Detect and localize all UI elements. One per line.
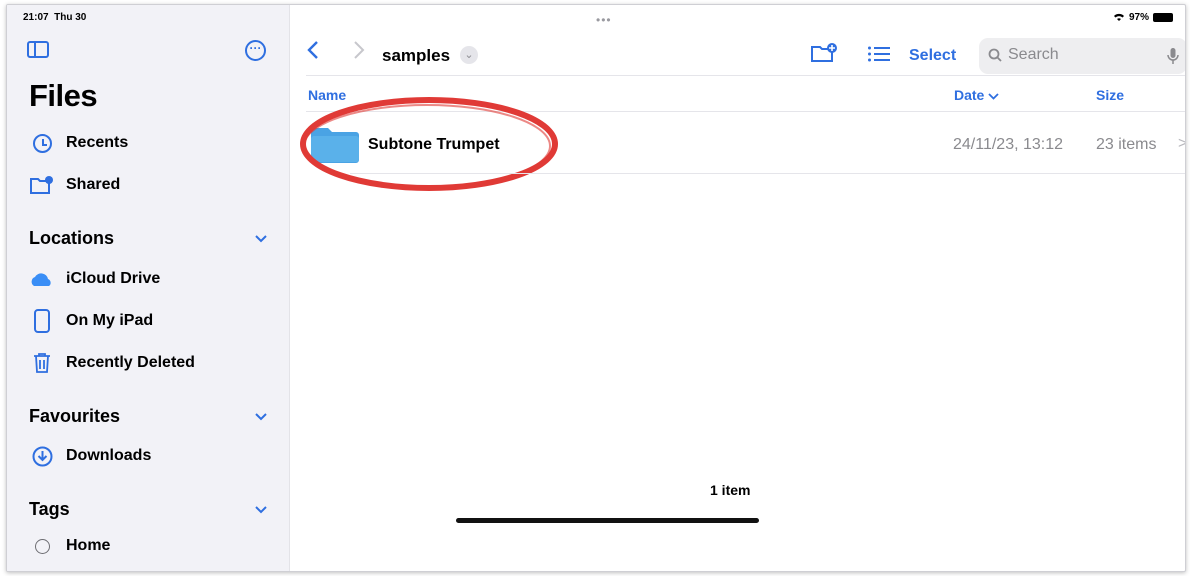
microphone-icon[interactable] (1167, 47, 1179, 65)
sidebar-item-label: Recently Deleted (66, 354, 195, 371)
sort-chevron-icon (988, 93, 999, 100)
sidebar-item-label: Downloads (66, 447, 152, 464)
search-icon (988, 48, 1002, 62)
sidebar-item-recents[interactable]: Recents (29, 129, 128, 157)
multitasking-dots-icon[interactable]: ••• (596, 13, 612, 27)
column-header-size[interactable]: Size (1096, 87, 1124, 103)
files-window: 21:07 Thu 30 ··· Files Recents Shared Lo… (6, 4, 1186, 572)
divider (306, 75, 1185, 76)
chevron-right-icon[interactable]: > (1178, 135, 1185, 153)
sidebar-toggle-icon[interactable] (27, 41, 49, 58)
chevron-down-icon[interactable] (254, 502, 268, 516)
main-pane: ••• 97% samples ⌄ Select Name (290, 5, 1185, 571)
section-title-favourites: Favourites (29, 406, 121, 426)
column-header-date[interactable]: Date (954, 87, 999, 103)
column-header-date-label: Date (954, 87, 985, 103)
sidebar-item-on-my-ipad[interactable]: On My iPad (29, 307, 153, 335)
table-row[interactable]: Subtone Trumpet 24/11/23, 13:12 23 items… (300, 97, 1185, 191)
sidebar-item-label: Home (66, 537, 111, 554)
sidebar-title: Files (29, 78, 98, 113)
battery-icon (1153, 13, 1173, 22)
wifi-icon (1113, 13, 1124, 21)
ipad-icon (29, 309, 55, 333)
sidebar-item-tag-home[interactable]: Home (29, 532, 110, 560)
item-count: 1 item (710, 482, 751, 498)
status-date: Thu 30 (54, 12, 87, 23)
section-title-locations: Locations (29, 228, 115, 248)
search-input[interactable] (1008, 46, 1158, 64)
new-folder-icon[interactable] (810, 42, 838, 64)
select-button[interactable]: Select (909, 47, 956, 65)
chevron-down-icon[interactable] (254, 409, 268, 423)
chevron-down-icon[interactable]: ⌄ (460, 46, 478, 64)
download-icon (29, 444, 55, 468)
cloud-icon (29, 267, 55, 291)
list-view-icon[interactable] (867, 45, 891, 63)
section-title-tags: Tags (29, 499, 70, 519)
chevron-down-icon[interactable] (254, 231, 268, 245)
status-time-date: 21:07 Thu 30 (23, 12, 86, 23)
battery-percent: 97% (1128, 12, 1149, 23)
more-options-icon[interactable]: ··· (245, 40, 266, 61)
row-size: 23 items (1096, 136, 1157, 153)
sidebar-item-label: iCloud Drive (66, 270, 161, 287)
status-time: 21:07 (23, 12, 49, 23)
sidebar: 21:07 Thu 30 ··· Files Recents Shared Lo… (7, 5, 290, 571)
tag-circle-icon (29, 534, 55, 558)
sidebar-item-recently-deleted[interactable]: Recently Deleted (29, 349, 195, 377)
trash-icon (29, 351, 55, 375)
status-right: 97% (1113, 12, 1173, 23)
highlight-ellipse-annotation (300, 97, 558, 191)
sidebar-item-downloads[interactable]: Downloads (29, 442, 151, 470)
sidebar-item-icloud-drive[interactable]: iCloud Drive (29, 265, 160, 293)
row-date: 24/11/23, 13:12 (953, 136, 1064, 153)
forward-icon[interactable] (352, 39, 374, 65)
search-field[interactable] (979, 38, 1185, 74)
sidebar-item-label: Shared (66, 176, 121, 193)
clock-icon (29, 131, 55, 155)
divider (350, 173, 1185, 174)
folder-title[interactable]: samples (382, 46, 450, 66)
shared-folder-icon (29, 173, 55, 197)
back-icon[interactable] (306, 39, 328, 65)
sidebar-item-shared[interactable]: Shared (29, 171, 120, 199)
home-indicator[interactable] (456, 518, 759, 523)
sidebar-item-label: On My iPad (66, 312, 154, 329)
sidebar-item-label: Recents (66, 134, 129, 151)
